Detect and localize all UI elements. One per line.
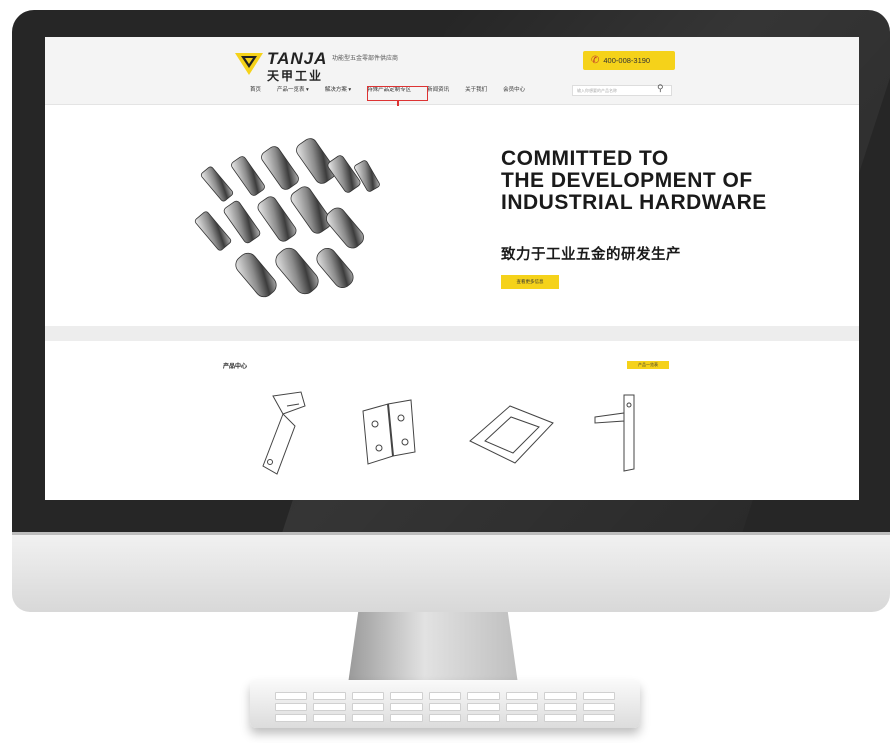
hero-more-button[interactable]: 查看更多信息	[501, 275, 559, 289]
product-sketch-handle[interactable]	[465, 401, 560, 471]
site-header: TANJA 天甲工业 功能型五金零部件供应商 ✆ 400-008-3190 首页…	[45, 37, 859, 105]
nav-item-home[interactable]: 首页	[250, 85, 261, 93]
products-section: 产品中心 产品一览表	[45, 341, 859, 500]
chin-edge	[12, 532, 890, 535]
nav-item-member[interactable]: 会员中心	[503, 85, 525, 93]
nav-item-solutions[interactable]: 解决方案 ▾	[325, 85, 351, 93]
product-sketch-lever[interactable]	[590, 391, 645, 476]
latch-products-image	[194, 138, 380, 298]
keyboard-keys	[275, 692, 615, 722]
website-screen: TANJA 天甲工业 功能型五金零部件供应商 ✆ 400-008-3190 首页…	[45, 37, 859, 500]
logo-mark-icon	[235, 53, 263, 75]
monitor-scene: TANJA 天甲工业 功能型五金零部件供应商 ✆ 400-008-3190 首页…	[0, 0, 890, 743]
product-sketch-latch[interactable]	[243, 386, 323, 481]
phone-number: 400-008-3190	[603, 56, 651, 65]
nav-item-news[interactable]: 新闻资讯	[427, 85, 449, 93]
nav-item-about[interactable]: 关于我们	[465, 85, 487, 93]
nav-item-products[interactable]: 产品一览表 ▾	[277, 85, 309, 93]
brand-name: TANJA	[267, 49, 328, 68]
phone-icon: ✆	[591, 55, 600, 66]
products-more-button[interactable]: 产品一览表	[627, 361, 669, 369]
site-logo[interactable]: TANJA 天甲工业	[235, 47, 345, 83]
hero-title: COMMITTED TO THE DEVELOPMENT OF INDUSTRI…	[501, 148, 767, 214]
hero-subtitle: 致力于工业五金的研发生产	[501, 247, 681, 263]
hero-title-line-2: THE DEVELOPMENT OF	[501, 169, 753, 192]
brand-name-cn: 天甲工业	[267, 69, 324, 83]
product-sketch-hinge[interactable]	[353, 396, 423, 471]
site-tagline: 功能型五金零部件供应商	[332, 56, 399, 62]
nav-highlight-box	[367, 86, 428, 101]
search-icon[interactable]: ⚲	[657, 83, 664, 94]
hero-title-line-1: COMMITTED TO	[501, 147, 669, 170]
monitor-chin	[12, 532, 890, 612]
hero-title-line-3: INDUSTRIAL HARDWARE	[501, 191, 767, 214]
phone-badge[interactable]: ✆ 400-008-3190	[583, 51, 675, 70]
section-divider	[45, 326, 859, 341]
products-title: 产品中心	[223, 364, 248, 370]
hero-banner: COMMITTED TO THE DEVELOPMENT OF INDUSTRI…	[45, 106, 859, 326]
monitor-stand-neck	[348, 612, 518, 684]
